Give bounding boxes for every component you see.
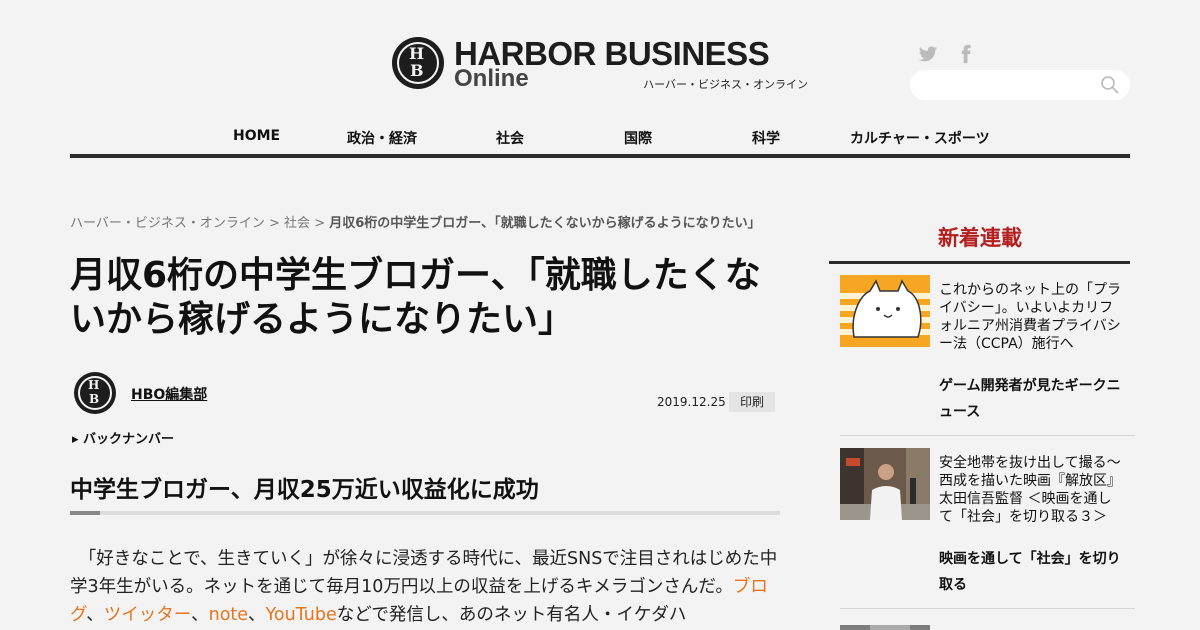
youtube-link[interactable]: YouTube (266, 605, 337, 625)
nav-item-home[interactable]: HOME (233, 128, 280, 144)
street-photo-thumbnail[interactable] (840, 448, 930, 520)
subheading-divider (70, 511, 780, 515)
site-header: H B HARBOR BUSINESS Online ハーバー・ビジネス・オンラ… (0, 0, 1200, 120)
sidebar-item-divider (840, 435, 1135, 436)
site-logo[interactable]: H B HARBOR BUSINESS Online ハーバー・ビジネス・オンラ… (392, 35, 810, 93)
breadcrumb-current: 月収6桁の中学生ブロガー、「就職したくないから稼げるようになりたい」 (329, 216, 761, 231)
sidebar-item-headline[interactable]: 安全地帯を抜け出して撮る～西成を描いた映画『解放区』太田信吾監督 ＜映画を通して… (939, 454, 1125, 526)
article-title: 月収6桁の中学生ブロガー、「就職したくないから稼げるようになりたい」 (70, 255, 761, 340)
author-avatar: H B (74, 372, 116, 414)
backnumber-link[interactable]: ▸ バックナンバー (72, 428, 174, 447)
logo-emblem-icon: H B (392, 37, 444, 89)
twitter-link[interactable]: ツイッター (104, 605, 191, 625)
sidebar-title: 新着連載 (938, 226, 1022, 250)
breadcrumb-home[interactable]: ハーバー・ビジネス・オンライン (70, 216, 265, 231)
logo-kana-text: ハーバー・ビジネス・オンライン (643, 78, 808, 91)
breadcrumb-separator: > (264, 216, 285, 231)
thumbnail[interactable] (840, 620, 930, 630)
article-subheading: 中学生ブロガー、月収25万近い収益化に成功 (70, 477, 539, 503)
breadcrumb-separator: > (310, 216, 330, 231)
nav-item-society[interactable]: 社会 (496, 128, 524, 148)
cat-illustration-thumbnail[interactable] (840, 275, 930, 347)
nav-item-politics-economy[interactable]: 政治・経済 (347, 128, 417, 148)
sidebar-item-series[interactable]: 映画を通して「社会」を切り取る (939, 546, 1129, 598)
main-nav: HOME 政治・経済 社会 国際 科学 カルチャー・スポーツ (70, 118, 1130, 158)
sidebar-item-series[interactable]: ゲーム開発者が見たギークニュース (939, 373, 1129, 425)
logo-text: HARBOR BUSINESS Online ハーバー・ビジネス・オンライン (454, 35, 810, 93)
sidebar-divider (829, 261, 1130, 264)
social-links (918, 44, 976, 64)
note-link[interactable]: note (209, 605, 248, 625)
sidebar-item-headline[interactable]: これからのネット上の「プライバシー」。いよいよカリフォルニア州消費者プライバシー… (939, 281, 1125, 353)
search-icon[interactable] (1100, 75, 1120, 95)
article-body: 「好きなことで、生きていく」が徐々に浸透する時代に、最近SNSで注目されはじめた… (70, 549, 778, 625)
logo-sub-text: Online (454, 65, 529, 92)
facebook-icon[interactable] (956, 44, 976, 64)
author-link[interactable]: HBO編集部 (131, 384, 207, 404)
nav-item-international[interactable]: 国際 (624, 128, 652, 148)
search-input[interactable] (910, 70, 1130, 100)
publish-date: 2019.12.25 (657, 395, 726, 409)
breadcrumb-category[interactable]: 社会 (284, 216, 310, 231)
print-button[interactable]: 印刷 (729, 392, 775, 412)
breadcrumb: ハーバー・ビジネス・オンライン > 社会 > 月収6桁の中学生ブロガー、「就職し… (70, 212, 761, 231)
twitter-icon[interactable] (918, 44, 938, 64)
nav-item-science[interactable]: 科学 (752, 128, 780, 148)
nav-item-culture-sports[interactable]: カルチャー・スポーツ (850, 128, 990, 148)
sidebar-item-divider (840, 608, 1135, 609)
